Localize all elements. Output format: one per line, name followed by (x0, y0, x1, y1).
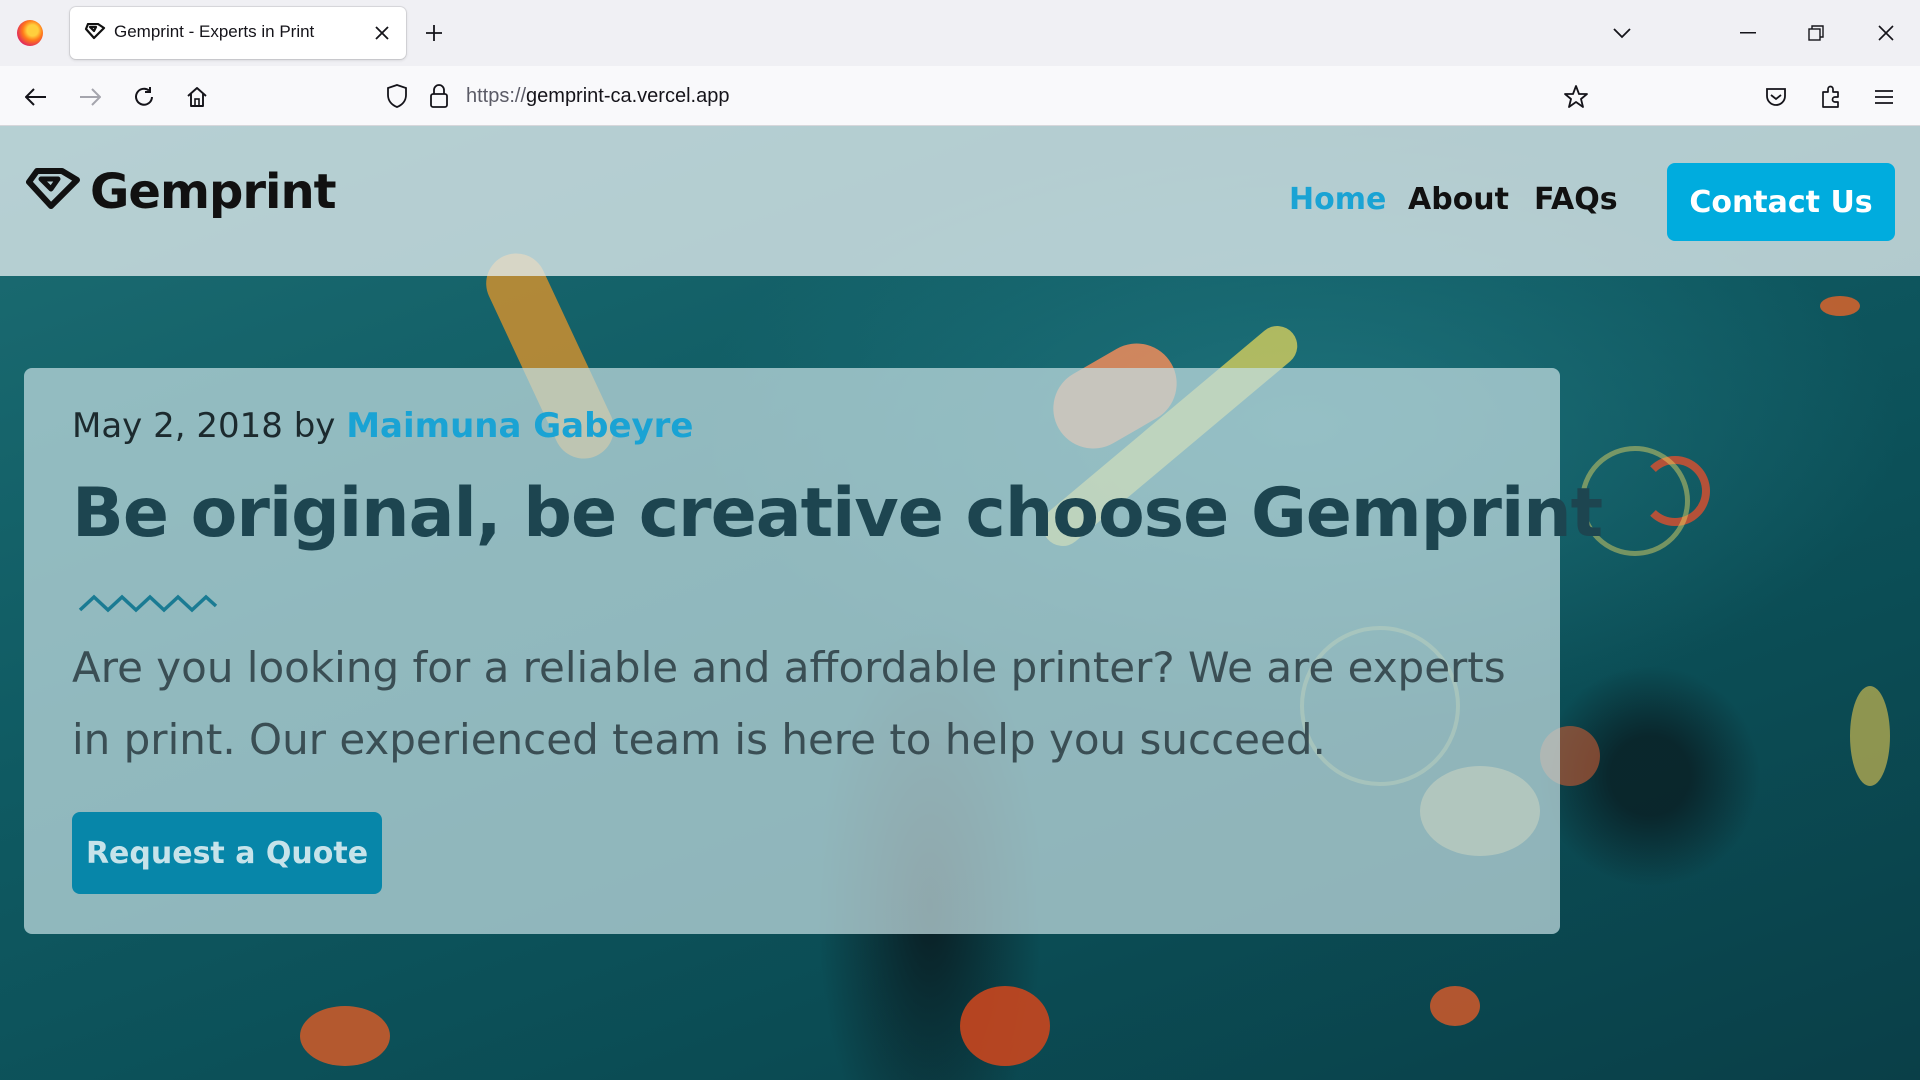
url-text[interactable]: https://gemprint-ca.vercel.app (466, 85, 729, 108)
browser-tab-bar: Gemprint - Experts in Print (0, 0, 1920, 66)
zigzag-divider-icon (78, 594, 218, 613)
hamburger-menu-icon[interactable] (1869, 82, 1899, 112)
close-window-icon[interactable] (1864, 12, 1908, 54)
shield-icon[interactable] (382, 81, 412, 111)
post-date: May 2, 2018 (72, 406, 283, 446)
site-header: Gemprint Home About FAQs Contact Us (0, 126, 1920, 276)
byline-by: by (293, 406, 336, 446)
byline: May 2, 2018 by Maimuna Gabeyre (72, 406, 694, 446)
home-icon[interactable] (182, 82, 212, 112)
gem-logo-icon (26, 168, 80, 216)
bookmark-star-icon[interactable] (1561, 82, 1591, 112)
hero-lead: Are you looking for a reliable and affor… (72, 643, 1506, 764)
url-scheme: https:// (466, 85, 527, 107)
nav-link-home[interactable]: Home (1289, 182, 1386, 217)
nav-link-about[interactable]: About (1408, 182, 1509, 217)
gem-favicon-icon (84, 22, 106, 45)
web-page: Gemprint Home About FAQs Contact Us May … (0, 126, 1920, 1080)
pocket-icon[interactable] (1761, 82, 1791, 112)
brand-name: Gemprint (90, 164, 337, 220)
forward-arrow-icon[interactable] (75, 82, 105, 112)
lock-icon[interactable] (424, 81, 454, 111)
url-host: gemprint-ca.vercel.app (526, 85, 730, 107)
browser-tab[interactable]: Gemprint - Experts in Print (70, 7, 406, 59)
back-arrow-icon[interactable] (21, 82, 51, 112)
chevron-down-icon[interactable] (1608, 19, 1636, 47)
hero-card: May 2, 2018 by Maimuna Gabeyre Be origin… (24, 368, 1603, 934)
extensions-icon[interactable] (1816, 82, 1846, 112)
contact-us-button[interactable]: Contact Us (1667, 163, 1895, 241)
minimize-icon[interactable] (1726, 12, 1770, 54)
firefox-logo-icon (17, 20, 43, 46)
nav-link-faqs[interactable]: FAQs (1534, 182, 1618, 217)
brand-logo[interactable]: Gemprint (26, 164, 337, 220)
author-link[interactable]: Maimuna Gabeyre (346, 406, 693, 446)
restore-icon[interactable] (1794, 12, 1838, 54)
request-quote-button[interactable]: Request a Quote (72, 812, 382, 894)
new-tab-icon[interactable] (420, 19, 448, 47)
address-bar[interactable]: https://gemprint-ca.vercel.app (372, 72, 1602, 120)
reload-icon[interactable] (129, 82, 159, 112)
browser-nav-bar: https://gemprint-ca.vercel.app (0, 66, 1920, 126)
close-tab-icon[interactable] (368, 19, 396, 47)
tab-title: Gemprint - Experts in Print (114, 22, 315, 41)
hero-headline: Be original, be creative choose Gemprint (72, 474, 1603, 553)
